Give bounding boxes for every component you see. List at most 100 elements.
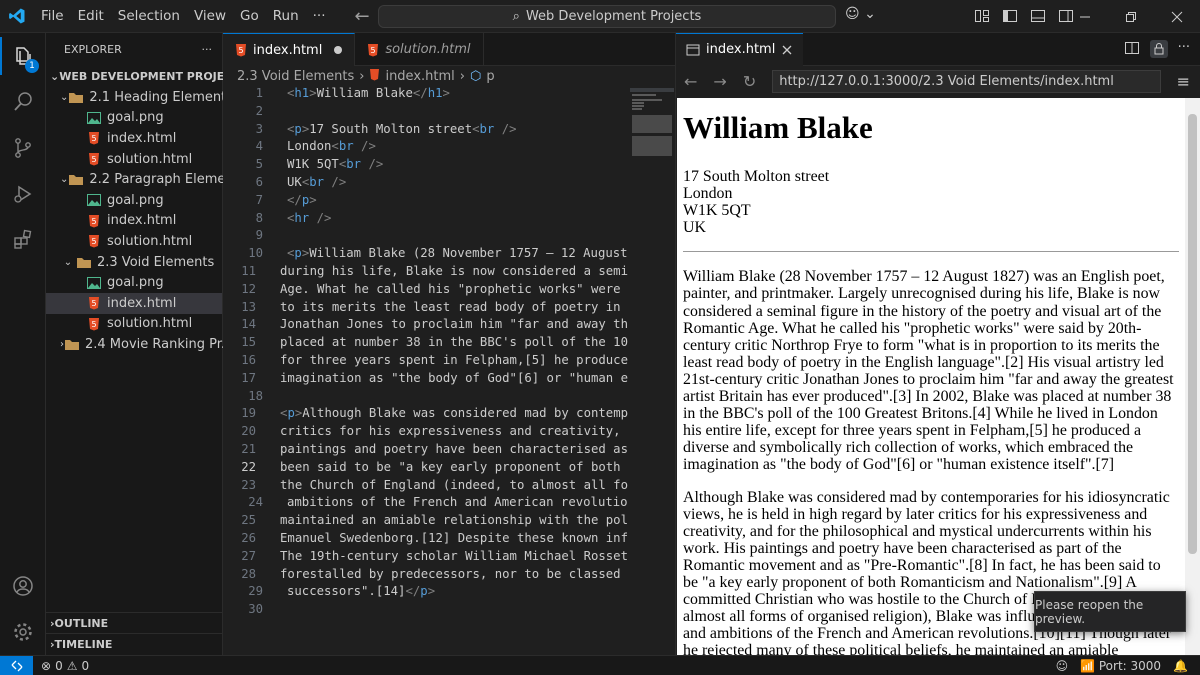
split-editor-icon[interactable] <box>1124 40 1140 56</box>
tree-file[interactable]: 5 index.html <box>46 292 222 314</box>
minimap[interactable] <box>628 86 676 655</box>
menu-item[interactable]: ··· <box>306 0 333 33</box>
line-number: 24 <box>248 495 263 510</box>
extensions-icon[interactable] <box>0 217 46 263</box>
accounts-icon[interactable] <box>0 563 46 609</box>
menu-item[interactable]: View <box>187 0 233 33</box>
timeline-section[interactable]: › TIMELINE <box>46 633 223 655</box>
line-text: successors".[14]</p> <box>287 584 436 599</box>
lock-icon[interactable] <box>1149 40 1168 58</box>
menu-item[interactable]: File <box>34 0 71 33</box>
menu-item[interactable]: Go <box>233 0 266 33</box>
editor-tab-label: solution.html <box>385 42 471 57</box>
code-line: 4 London<br /> <box>223 139 628 157</box>
menu-bar: File Edit Selection View Go Run ··· <box>34 0 333 33</box>
menu-item[interactable]: Selection <box>111 0 187 33</box>
tree-folder[interactable]: ⌄ 2.1 Heading Element <box>46 87 226 108</box>
code-line: 3 <p>17 South Molton street<br /> <box>223 122 628 140</box>
run-debug-icon[interactable] <box>0 171 46 217</box>
tree-file[interactable]: goal.png <box>46 190 222 211</box>
line-number: 29 <box>248 584 263 599</box>
tree-file[interactable]: 5 solution.html <box>46 314 222 335</box>
command-center-search[interactable]: ⌕ Web Development Projects <box>378 5 836 28</box>
tree-file[interactable]: goal.png <box>46 272 222 293</box>
tree-file[interactable]: 5 index.html <box>46 211 222 232</box>
explorer-more-icon[interactable]: ··· <box>202 43 213 56</box>
breadcrumb-item[interactable]: 2.3 Void Elements <box>237 69 354 84</box>
toast-message: Please reopen the preview. <box>1035 597 1144 626</box>
customize-layout-icon[interactable] <box>974 8 990 24</box>
tree-folder[interactable]: › 2.4 Movie Ranking Pr... <box>46 334 233 355</box>
line-text <box>263 228 287 246</box>
tree-file[interactable]: 5 solution.html <box>46 149 222 170</box>
breadcrumb: 2.3 Void Elements › index.html › ⬡ p <box>223 66 675 86</box>
explorer-badge: 1 <box>25 59 39 73</box>
outline-section[interactable]: › OUTLINE <box>46 612 223 634</box>
editor-tab[interactable]: 5 solution.html <box>355 33 484 66</box>
source-control-icon[interactable] <box>0 125 46 171</box>
code-line: 14 Jonathan Jones to proclaim him "far an… <box>223 317 628 335</box>
copilot-chevron-icon: ⌄ <box>864 6 876 22</box>
copilot-status-icon[interactable]: ☺ <box>1056 659 1069 673</box>
chevron-down-icon: ⌄ <box>63 256 73 268</box>
minimize-icon[interactable] <box>1062 0 1108 33</box>
menu-item[interactable]: Edit <box>71 0 111 33</box>
code-line: 23 the Church of England (indeed, to almo… <box>223 478 628 496</box>
folder-icon <box>68 90 84 104</box>
hamburger-menu-icon[interactable]: ≡ <box>1177 72 1190 91</box>
remote-indicator-icon[interactable] <box>0 655 33 675</box>
code-line: 6 UK<br /> <box>223 175 628 193</box>
notifications-bell-icon[interactable]: 🔔 <box>1173 659 1188 673</box>
code-line: 8 <hr /> <box>223 211 628 229</box>
tree-file[interactable]: goal.png <box>46 108 222 129</box>
problems-indicator[interactable]: ⊗ 0 ⚠ 0 <box>41 659 89 673</box>
breadcrumb-item[interactable]: p <box>486 69 494 84</box>
port-indicator[interactable]: 📶 Port: 3000 <box>1080 659 1161 673</box>
toggle-panel-icon[interactable] <box>1030 8 1046 24</box>
svg-text:5: 5 <box>371 46 376 55</box>
back-arrow-icon[interactable]: ← <box>355 6 370 27</box>
browser-back-icon[interactable]: ← <box>684 72 697 91</box>
search-view-icon[interactable] <box>0 79 46 125</box>
more-actions-icon[interactable]: ··· <box>1178 40 1190 58</box>
breadcrumb-item[interactable]: index.html <box>385 69 454 84</box>
unsaved-dot-icon[interactable] <box>334 46 343 54</box>
preview-scrollbar[interactable] <box>1185 98 1200 655</box>
close-window-icon[interactable] <box>1154 0 1200 33</box>
preview-tab[interactable]: index.html <box>676 32 804 66</box>
code-line: 26 Emanuel Swedenborg.[12] Despite these … <box>223 531 628 549</box>
settings-gear-icon[interactable] <box>0 609 46 655</box>
address-block: 17 South Molton street London W1K 5QT UK <box>683 168 1179 236</box>
scrollbar-thumb[interactable] <box>1188 114 1197 554</box>
tree-file[interactable]: 5 index.html <box>46 128 222 149</box>
code-line: 2 <box>223 104 628 122</box>
editor-tab-label: index.html <box>253 42 323 58</box>
project-root[interactable]: ⌄ WEB DEVELOPMENT PROJECTS <box>46 65 248 87</box>
explorer-icon[interactable]: 1 <box>0 33 46 79</box>
toggle-primary-sidebar-icon[interactable] <box>1002 8 1018 24</box>
notification-toast[interactable]: Please reopen the preview. <box>1034 591 1186 632</box>
copilot-button[interactable]: ☺ ⌄ <box>845 6 876 22</box>
broadcast-icon: 📶 <box>1080 658 1096 673</box>
tree-file[interactable]: 5 solution.html <box>46 231 222 252</box>
tree-folder[interactable]: ⌄ 2.2 Paragraph Element <box>46 169 239 190</box>
menu-item[interactable]: Run <box>266 0 306 33</box>
line-text: </p> <box>287 192 317 207</box>
vscode-logo-icon[interactable] <box>0 0 34 33</box>
window-controls <box>1062 0 1200 33</box>
reload-icon[interactable]: ↻ <box>743 72 756 91</box>
browser-forward-icon[interactable]: → <box>713 72 726 91</box>
tree-item-label: 2.1 Heading Element <box>89 89 227 105</box>
tree-item-label: 2.3 Void Elements <box>97 254 215 270</box>
url-bar[interactable]: http://127.0.0.1:3000/2.3 Void Elements/… <box>772 70 1161 93</box>
code-line: 29 successors".[14]</p> <box>223 584 628 602</box>
code-editor[interactable]: 1 <h1>William Blake</h1> 2 3 <p>17 South Mol… <box>223 86 628 655</box>
line-number: 5 <box>255 157 263 172</box>
tree-folder[interactable]: ⌄ 2.3 Void Elements <box>46 252 222 273</box>
editor-tab[interactable]: 5 index.html <box>223 33 356 66</box>
code-line: 24 ambitions of the French and American r… <box>223 495 628 513</box>
outline-label: OUTLINE <box>54 617 109 630</box>
url-text: http://127.0.0.1:3000/2.3 Void Elements/… <box>779 74 1114 89</box>
close-tab-icon[interactable] <box>781 44 793 56</box>
restore-icon[interactable] <box>1108 0 1154 33</box>
